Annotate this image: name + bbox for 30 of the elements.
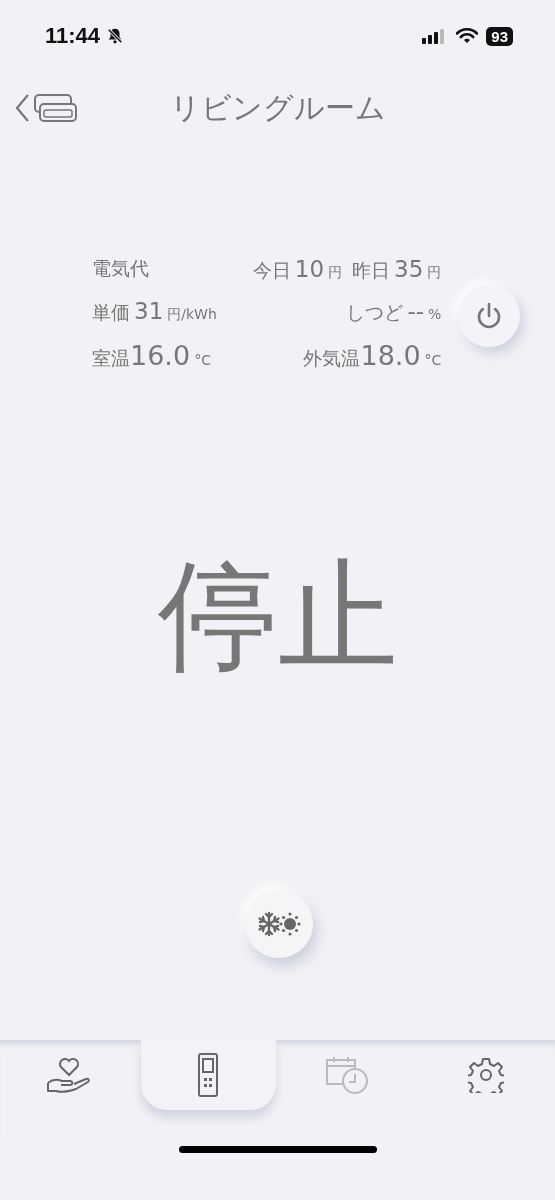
tab-button[interactable] <box>140 1040 276 1110</box>
operation-status: 停止 <box>157 550 398 682</box>
unit-label: 円 <box>328 264 343 282</box>
room-title: リビングルーム <box>168 88 387 127</box>
settings-icon <box>467 1057 504 1093</box>
info-label: 単価 <box>92 300 130 325</box>
remote-control-icon <box>196 1052 221 1098</box>
clock-time: 11:44 <box>45 23 101 49</box>
info-label: 今日 <box>252 258 291 283</box>
info-label: 外気温 <box>303 347 361 371</box>
unit-label: % <box>428 306 442 322</box>
battery-level: 93 <box>486 26 513 46</box>
info-value: 10 <box>294 256 325 282</box>
info-value: 35 <box>394 256 424 282</box>
unit-label: °C <box>424 352 442 368</box>
info-value: 31 <box>134 298 164 324</box>
info-label: 室温 <box>92 347 130 371</box>
muted-bell-icon <box>106 27 125 45</box>
unit-label: 円/kWh <box>167 306 217 324</box>
info-label: 昨日 <box>352 258 391 283</box>
info-label: 電気代 <box>92 256 149 281</box>
temperature-value: 18.0 <box>360 340 421 371</box>
info-label: しつど <box>346 300 404 325</box>
info-value: -- <box>407 298 425 324</box>
unit-label: °C <box>194 352 211 368</box>
snowflake-sun-icon <box>255 910 302 938</box>
calendar-clock-icon <box>323 1054 370 1096</box>
wifi-icon <box>456 28 479 44</box>
temperature-value: 16.0 <box>130 340 191 371</box>
unit-label: 円 <box>427 264 442 282</box>
